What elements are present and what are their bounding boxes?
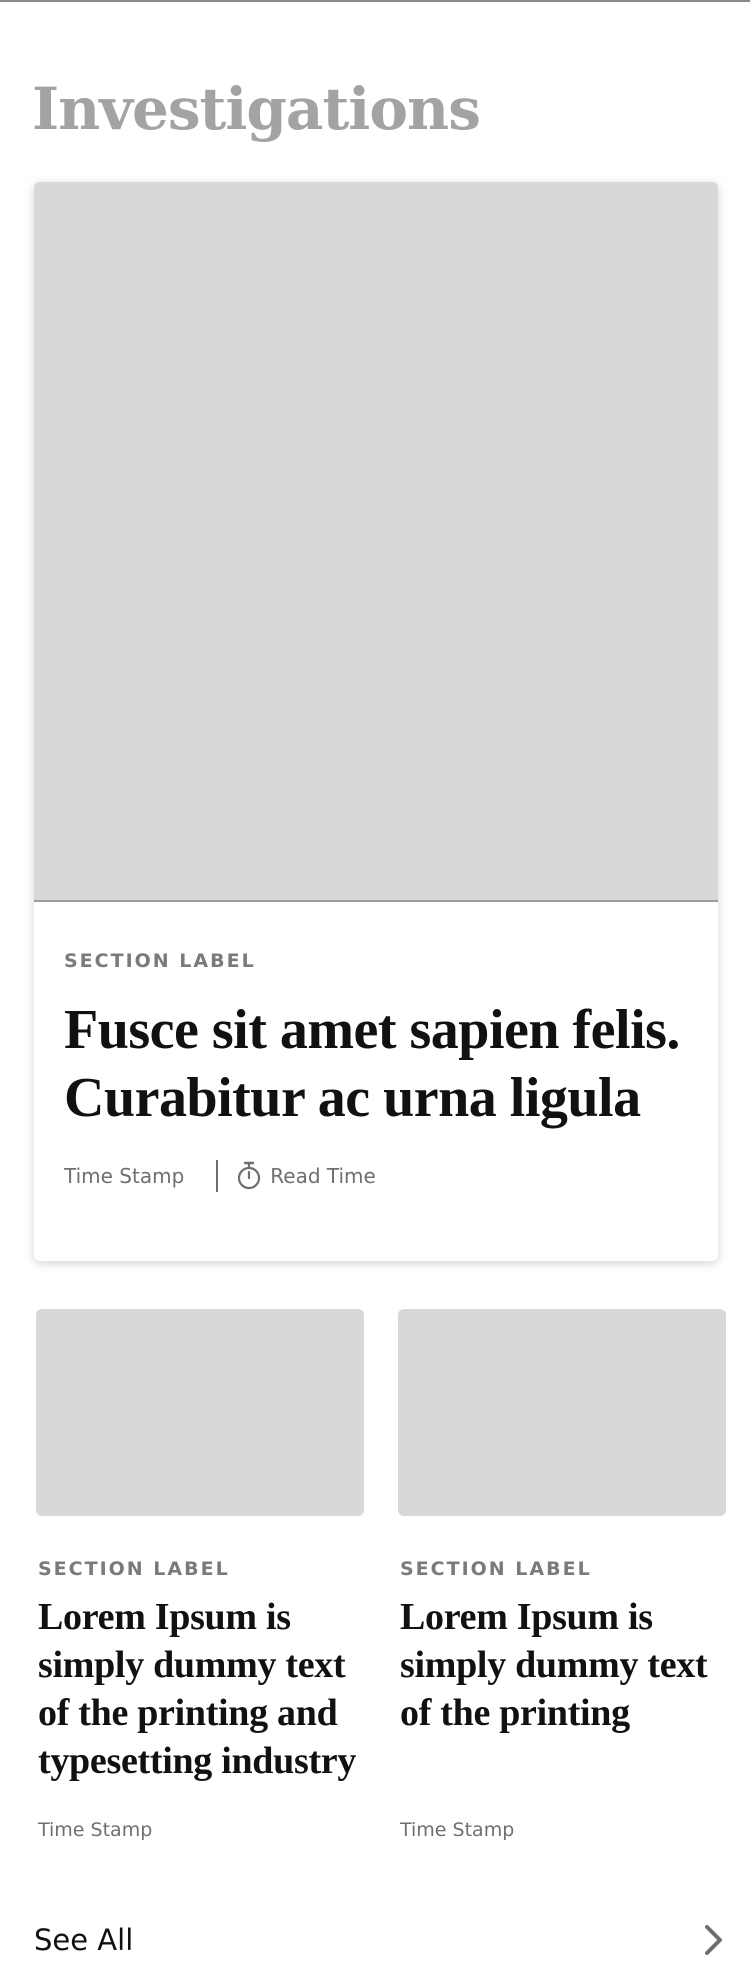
article-headline[interactable]: Lorem Ipsum is simply dummy text of the … [38, 1593, 368, 1785]
hero-read-time: Read Time [270, 1164, 376, 1188]
article-card[interactable]: SECTION LABEL Lorem Ipsum is simply dumm… [36, 1309, 366, 1841]
article-timestamp: Time Stamp [38, 1819, 153, 1841]
article-section-label[interactable]: SECTION LABEL [38, 1558, 230, 1580]
see-all-label[interactable]: See All [34, 1923, 133, 1957]
hero-timestamp: Time Stamp [64, 1164, 185, 1188]
hero-image-placeholder[interactable] [34, 182, 718, 902]
article-card[interactable]: SECTION LABEL Lorem Ipsum is simply dumm… [398, 1309, 728, 1841]
section-title: Investigations [32, 75, 481, 143]
hero-article-card[interactable]: SECTION LABEL Fusce sit amet sapien feli… [34, 182, 718, 1261]
hero-section-label[interactable]: SECTION LABEL [64, 950, 256, 972]
meta-divider [216, 1160, 219, 1192]
article-image-placeholder[interactable] [398, 1309, 726, 1516]
article-headline[interactable]: Lorem Ipsum is simply dummy text of the … [400, 1593, 730, 1737]
article-section-label[interactable]: SECTION LABEL [400, 1558, 592, 1580]
hero-headline[interactable]: Fusce sit amet sapien felis. Curabitur a… [64, 996, 694, 1132]
page: Investigations SECTION LABEL Fusce sit a… [0, 0, 750, 1984]
chevron-right-icon[interactable] [702, 1923, 726, 1957]
article-timestamp: Time Stamp [400, 1819, 515, 1841]
article-image-placeholder[interactable] [36, 1309, 364, 1516]
hero-meta-row: Time Stamp Read Time [64, 1160, 376, 1192]
timer-icon [236, 1161, 262, 1191]
see-all-link[interactable]: See All [34, 1920, 722, 1960]
top-divider [0, 0, 750, 2]
